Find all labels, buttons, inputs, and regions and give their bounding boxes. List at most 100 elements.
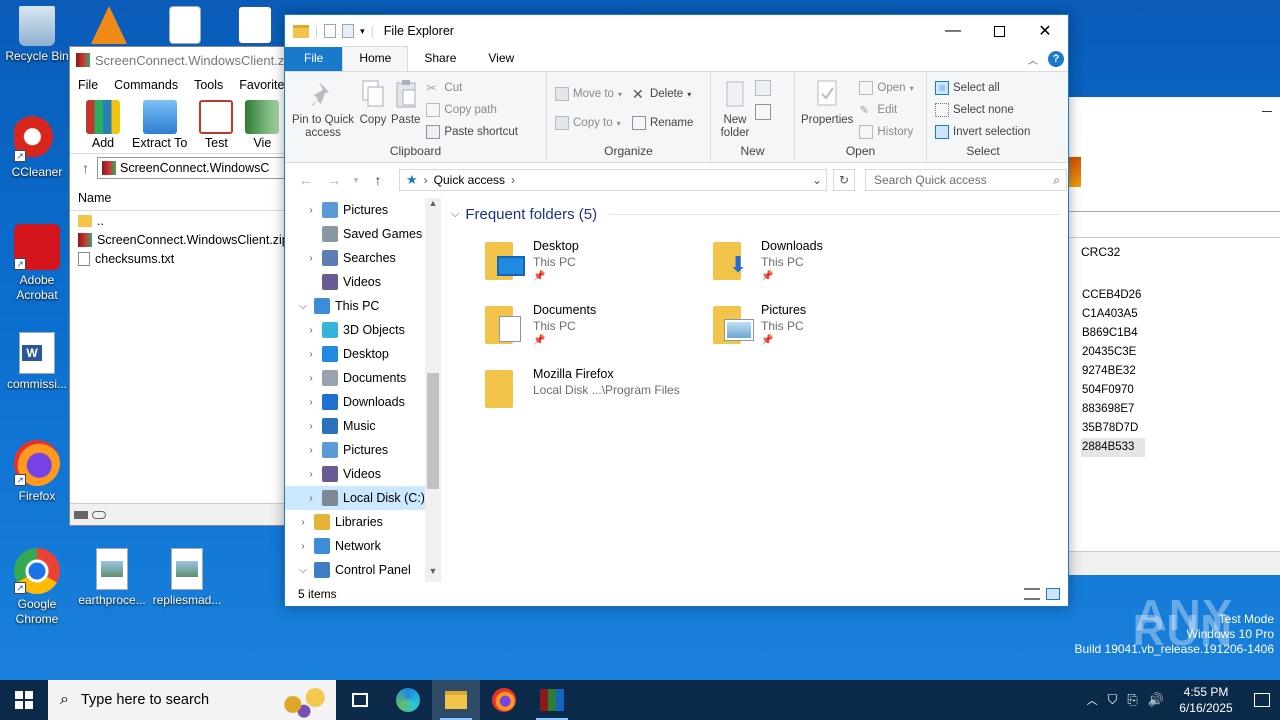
folder-tile-downloads[interactable]: ⬇ Downloads This PC 📌 <box>713 238 923 282</box>
folder-tile-desktop[interactable]: Desktop This PC 📌 <box>485 238 695 282</box>
folder-tile-pictures[interactable]: Pictures This PC 📌 <box>713 302 923 346</box>
address-bar[interactable]: ★ › Quick access › ⌄ <box>399 169 827 191</box>
winrar-window[interactable]: ScreenConnect.WindowsClient.zip File Com… <box>69 46 299 526</box>
taskbar-file-explorer[interactable] <box>432 680 480 720</box>
add-button[interactable]: Add <box>86 100 120 150</box>
system-clock[interactable]: 4:55 PM 6/16/2025 <box>1174 684 1238 716</box>
large-icons-view-icon[interactable] <box>1046 588 1060 600</box>
new-item-icon[interactable] <box>755 80 771 96</box>
start-button[interactable] <box>0 680 48 720</box>
crc-value-selected[interactable]: 2884B533 <box>1081 438 1145 457</box>
tree-item-network[interactable]: › Network <box>285 534 425 558</box>
crc32-column-header[interactable]: CRC32 <box>1081 245 1120 259</box>
desktop-icon-word-file[interactable] <box>220 6 290 47</box>
select-none-button[interactable]: Select none <box>935 102 1030 118</box>
delete-button[interactable]: ✕ Delete ▾ <box>632 86 693 102</box>
archive-details-window[interactable]: CRC32 CCEB4D26 C1A403A5 B869C1B4 20435C3… <box>1060 97 1280 575</box>
forward-arrow-icon[interactable]: → <box>323 172 345 188</box>
chevron-right-icon[interactable]: › <box>303 421 319 432</box>
tree-item-3d-objects[interactable]: › 3D Objects <box>285 318 425 342</box>
desktop-icon-repliesmad[interactable]: repliesmad... <box>150 548 224 608</box>
select-all-button[interactable]: Select all <box>935 80 1030 96</box>
invert-selection-button[interactable]: Invert selection <box>935 124 1030 140</box>
rename-button[interactable]: Rename <box>631 115 693 131</box>
paste-shortcut-button[interactable]: Paste shortcut <box>426 124 518 140</box>
tab-view[interactable]: View <box>472 47 530 71</box>
section-header-frequent-folders[interactable]: ⌵ Frequent folders (5) <box>451 206 1061 223</box>
explorer-titlebar[interactable]: | ▾ | File Explorer — ✕ <box>285 15 1068 47</box>
tab-file[interactable]: File <box>285 47 343 71</box>
chevron-down-icon[interactable]: ⌵ <box>295 301 311 312</box>
chevron-right-icon[interactable]: › <box>303 469 319 480</box>
tree-item-desktop[interactable]: › Desktop <box>285 342 425 366</box>
details-view-icon[interactable] <box>1024 588 1040 600</box>
minimize-button[interactable]: — <box>930 15 976 47</box>
crc-value[interactable]: CCEB4D26 <box>1081 286 1145 305</box>
scroll-down-icon[interactable]: ▼ <box>425 566 441 582</box>
task-view-button[interactable] <box>336 680 384 720</box>
crc-value[interactable]: 35B78D7D <box>1081 419 1145 438</box>
copy-to-button[interactable]: Copy to ▾ <box>555 115 622 131</box>
up-arrow-icon[interactable]: ↑ <box>82 160 89 176</box>
security-icon[interactable]: ⛉ <box>1108 692 1118 708</box>
search-input[interactable]: Search Quick access ⌕ <box>865 169 1067 191</box>
chevron-right-icon[interactable]: › <box>303 373 319 384</box>
desktop-icon-google-chrome[interactable]: ↗ Google Chrome <box>0 548 74 627</box>
volume-icon[interactable]: 🔊 <box>1148 692 1164 708</box>
chevron-right-icon[interactable]: › <box>295 517 311 528</box>
taskbar-winrar[interactable] <box>528 680 576 720</box>
tab-share[interactable]: Share <box>408 47 472 71</box>
crc-value[interactable]: 20435C3E <box>1081 343 1145 362</box>
crc-value[interactable]: C1A403A5 <box>1081 305 1145 324</box>
back-arrow-icon[interactable]: ← <box>295 172 317 188</box>
tree-item-local-disk-c[interactable]: › Local Disk (C:) <box>285 486 425 510</box>
winrar-path-field[interactable]: ScreenConnect.WindowsC <box>97 156 298 179</box>
desktop-icon-image-file[interactable] <box>150 6 220 47</box>
test-button[interactable]: Test <box>199 100 234 150</box>
winrar-column-name[interactable]: Name <box>70 185 298 211</box>
chevron-right-icon[interactable]: › <box>303 325 319 336</box>
tree-item-saved-games[interactable]: Saved Games <box>285 222 425 246</box>
desktop-icon-adobe-acrobat[interactable]: ↗ Adobe Acrobat <box>0 224 74 303</box>
navigation-pane-scrollbar[interactable]: ▲ ▼ <box>425 198 441 582</box>
taskbar-search-input[interactable]: ⌕ Type here to search <box>48 680 336 720</box>
tree-item-control-panel[interactable]: ⌵ Control Panel <box>285 558 425 582</box>
chevron-right-icon[interactable]: › <box>295 541 311 552</box>
folder-tile-documents[interactable]: Documents This PC 📌 <box>485 302 695 346</box>
cut-button[interactable]: ✂ Cut <box>426 80 518 96</box>
desktop-icon-earthproce[interactable]: earthproce... <box>75 548 149 608</box>
winrar-titlebar[interactable]: ScreenConnect.WindowsClient.zip <box>70 47 298 73</box>
collapse-ribbon-icon[interactable]: ︿ <box>1028 52 1038 67</box>
scroll-thumb[interactable] <box>427 373 439 489</box>
tree-item-this-pc[interactable]: ⌵ This PC <box>285 294 425 318</box>
menu-tools[interactable]: Tools <box>194 78 223 92</box>
list-item-parent[interactable]: .. <box>70 211 298 230</box>
tab-home[interactable]: Home <box>342 46 409 71</box>
tree-item-libraries[interactable]: › Libraries <box>285 510 425 534</box>
close-button[interactable]: ✕ <box>1022 15 1068 47</box>
desktop-icon-ccleaner[interactable]: ↗ CCleaner <box>0 116 74 180</box>
chevron-right-icon[interactable]: › <box>303 493 319 504</box>
maximize-button[interactable] <box>976 15 1022 47</box>
tree-item-pictures[interactable]: › Pictures <box>285 198 425 222</box>
help-icon[interactable]: ? <box>1048 51 1064 67</box>
address-dropdown-icon[interactable]: ⌄ <box>812 173 826 187</box>
chevron-right-icon[interactable]: › <box>303 397 319 408</box>
breadcrumb-quick-access[interactable]: Quick access <box>434 173 505 187</box>
crc-value[interactable]: 883698E7 <box>1081 400 1145 419</box>
easy-access-icon[interactable] <box>755 104 771 120</box>
tree-item-pictures[interactable]: › Pictures <box>285 438 425 462</box>
chevron-right-icon[interactable]: › <box>303 253 319 264</box>
extract-to-button[interactable]: Extract To <box>132 100 187 150</box>
crc-value[interactable]: 504F0970 <box>1081 381 1145 400</box>
desktop-icon-vlc[interactable] <box>74 6 144 47</box>
tree-item-videos[interactable]: Videos <box>285 270 425 294</box>
network-icon[interactable]: ⎘ <box>1127 692 1137 708</box>
view-button[interactable]: Vie <box>245 100 280 150</box>
menu-favorites[interactable]: Favorites <box>239 78 290 92</box>
tree-item-searches[interactable]: › Searches <box>285 246 425 270</box>
refresh-button[interactable]: ↻ <box>833 169 855 191</box>
scroll-up-icon[interactable]: ▲ <box>425 198 441 214</box>
menu-commands[interactable]: Commands <box>114 78 178 92</box>
crc-value[interactable]: 9274BE32 <box>1081 362 1145 381</box>
